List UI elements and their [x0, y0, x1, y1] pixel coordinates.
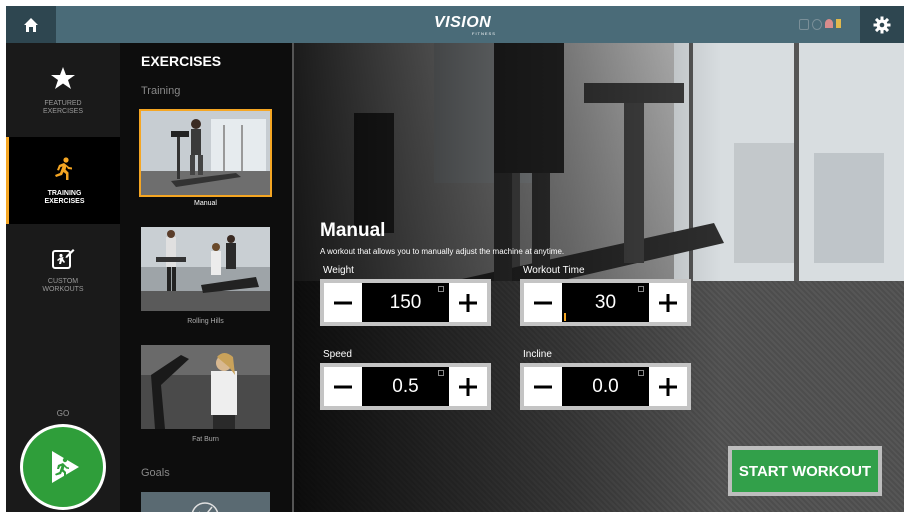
goals-section-label: Goals	[141, 467, 170, 479]
logo-text: VISION	[434, 14, 492, 31]
weight-label: Weight	[323, 265, 354, 276]
weight-stepper: 150	[320, 279, 491, 326]
side-nav: FEATURED EXERCISES TRAINING EXERCISES CU…	[6, 43, 120, 512]
edit-icon	[638, 370, 644, 376]
gear-icon	[873, 16, 891, 33]
exercise-thumb-fat-burn[interactable]	[141, 345, 270, 429]
elliptical-woman-photo	[141, 345, 270, 429]
heart-icon	[825, 19, 833, 28]
battery-icon	[836, 19, 841, 28]
plus-icon	[459, 377, 477, 396]
nav-label: EXERCISES	[44, 198, 85, 205]
treadmill-photo	[141, 111, 270, 195]
exercise-list-panel: EXERCISES Training Manual Rolling Hills …	[120, 43, 292, 512]
edit-icon	[438, 286, 444, 292]
hero-shade	[294, 43, 904, 512]
exercise-thumb-manual[interactable]	[139, 109, 272, 197]
minus-icon	[534, 301, 552, 304]
text-cursor	[564, 313, 566, 321]
status-icons	[799, 19, 841, 30]
plus-icon	[659, 377, 677, 396]
home-button[interactable]	[6, 6, 56, 43]
minus-icon	[334, 385, 352, 388]
incline-decrease-button[interactable]	[524, 367, 562, 406]
edit-icon	[638, 286, 644, 292]
workout-description: A workout that allows you to manually ad…	[320, 247, 565, 256]
training-section-label: Training	[141, 85, 181, 97]
start-workout-button[interactable]: START WORKOUT	[728, 446, 882, 496]
top-bar: VISION FITNESS	[6, 6, 904, 43]
logo-subtext: FITNESS	[472, 31, 496, 36]
connection-status-icon	[812, 19, 822, 30]
minus-icon	[534, 385, 552, 388]
speed-increase-button[interactable]	[449, 367, 487, 406]
nav-item-featured-exercises[interactable]: FEATURED EXERCISES	[6, 43, 120, 130]
workout-title: Manual	[320, 220, 386, 241]
nav-label: TRAINING	[47, 190, 82, 197]
settings-button[interactable]	[860, 6, 904, 43]
incline-increase-button[interactable]	[649, 367, 687, 406]
incline-value-field[interactable]: 0.0	[562, 367, 649, 406]
speed-value-field[interactable]: 0.5	[362, 367, 449, 406]
weight-increase-button[interactable]	[449, 283, 487, 322]
exercises-heading: EXERCISES	[141, 53, 222, 69]
heart-rate-status-icon	[799, 19, 809, 30]
edit-icon	[438, 370, 444, 376]
speed-stepper: 0.5	[320, 363, 491, 410]
nav-item-custom-workouts[interactable]: CUSTOM WORKOUTS	[6, 233, 120, 320]
speed-decrease-button[interactable]	[324, 367, 362, 406]
exercise-caption: Manual	[194, 200, 217, 207]
exercise-thumb-goals[interactable]	[141, 492, 270, 512]
exercise-caption: Fat Burn	[192, 436, 219, 443]
runner-icon	[55, 157, 72, 180]
weight-value-field[interactable]: 150	[362, 283, 449, 322]
start-workout-label: START WORKOUT	[732, 450, 878, 492]
custom-workout-icon	[52, 249, 75, 269]
brand-logo: VISION	[434, 14, 491, 32]
goal-check-icon	[141, 492, 270, 512]
exercise-thumb-rolling-hills[interactable]	[141, 227, 270, 311]
incline-label: Incline	[523, 349, 552, 360]
nav-label: EXERCISES	[42, 108, 84, 115]
plus-icon	[659, 293, 677, 312]
nav-label: FEATURED	[44, 100, 82, 107]
play-runner-icon	[52, 451, 79, 483]
workout-time-decrease-button[interactable]	[524, 283, 562, 322]
weight-decrease-button[interactable]	[324, 283, 362, 322]
workout-time-stepper: 30	[520, 279, 691, 326]
incline-stepper: 0.0	[520, 363, 691, 410]
go-button[interactable]	[20, 424, 106, 510]
workout-time-label: Workout Time	[523, 265, 585, 276]
go-button-face	[23, 427, 103, 507]
elliptical-group-photo	[141, 227, 270, 311]
nav-label: WORKOUTS	[42, 286, 84, 293]
workout-hero-background	[294, 43, 904, 512]
nav-item-training-exercises[interactable]: TRAINING EXERCISES	[6, 137, 120, 224]
exercise-caption: Rolling Hills	[187, 318, 224, 325]
plus-icon	[459, 293, 477, 312]
home-icon	[24, 17, 38, 32]
nav-label: CUSTOM	[47, 278, 79, 285]
star-icon	[51, 67, 75, 89]
go-label: GO	[56, 409, 70, 418]
workout-time-increase-button[interactable]	[649, 283, 687, 322]
workout-time-value-field[interactable]: 30	[562, 283, 649, 322]
app-frame: VISION FITNESS FEATURED EXERCISES TRAINI…	[6, 6, 904, 512]
speed-label: Speed	[323, 349, 352, 360]
minus-icon	[334, 301, 352, 304]
